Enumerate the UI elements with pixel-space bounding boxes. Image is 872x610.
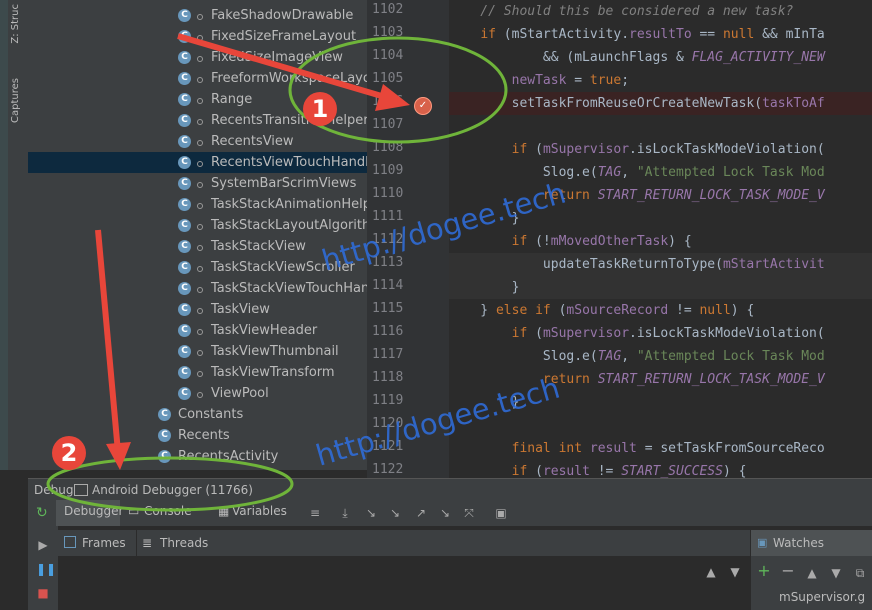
highlight-ellipse-breakpoint [288,36,508,144]
highlight-ellipse-debugger [46,456,294,512]
arrow-one-shaft [177,33,396,103]
arrow-one-head [375,84,410,111]
arrow-two-shaft [95,229,121,453]
annotation-overlay [46,33,508,512]
step-badge-one: 1 [303,92,337,126]
arrow-two-head [106,442,131,470]
step-badge-two: 2 [52,436,86,470]
